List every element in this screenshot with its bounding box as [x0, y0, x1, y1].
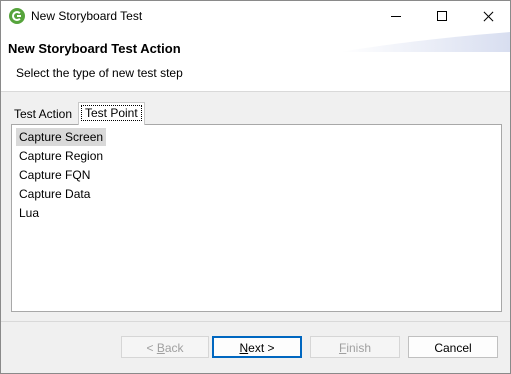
back-button-prefix: < — [146, 341, 157, 355]
list-item-capture-region[interactable]: Capture Region — [16, 147, 106, 165]
banner-decoration — [340, 32, 510, 52]
list-item-capture-screen[interactable]: Capture Screen — [16, 128, 107, 146]
maximize-button[interactable] — [419, 1, 465, 32]
list-item-lua[interactable]: Lua — [16, 204, 42, 222]
minimize-button[interactable] — [373, 1, 419, 32]
next-button[interactable]: Next > — [212, 336, 302, 358]
finish-button[interactable]: Finish — [310, 336, 400, 358]
cancel-button-label: Cancel — [434, 341, 472, 355]
back-button-mnemonic: B — [156, 341, 165, 355]
back-button[interactable]: < Back — [121, 336, 209, 358]
finish-button-label: inish — [346, 341, 372, 355]
dialog-window: New Storyboard Test New Storyboard Test … — [0, 0, 511, 374]
next-button-mnemonic: N — [239, 341, 249, 355]
tab-test-action[interactable]: Test Action — [11, 106, 76, 124]
tab-label: Test Action — [14, 107, 73, 121]
close-button[interactable] — [465, 1, 510, 32]
app-logo-icon — [9, 8, 25, 24]
test-step-list[interactable]: Capture Screen Capture Region Capture FQ… — [11, 124, 502, 312]
window-title: New Storyboard Test — [31, 9, 143, 23]
cancel-button[interactable]: Cancel — [408, 336, 498, 358]
title-bar: New Storyboard Test — [1, 1, 510, 32]
back-button-label: ack — [164, 341, 184, 355]
tab-label: Test Point — [81, 105, 142, 121]
wizard-banner: New Storyboard Test Action Select the ty… — [1, 32, 510, 92]
tab-test-point[interactable]: Test Point — [78, 102, 145, 125]
list-item-capture-data[interactable]: Capture Data — [16, 185, 93, 203]
list-item-capture-fqn[interactable]: Capture FQN — [16, 166, 93, 184]
next-button-label: ext > — [248, 341, 275, 355]
footer-divider — [1, 321, 510, 322]
page-title: New Storyboard Test Action — [8, 41, 181, 56]
page-description: Select the type of new test step — [16, 66, 183, 80]
